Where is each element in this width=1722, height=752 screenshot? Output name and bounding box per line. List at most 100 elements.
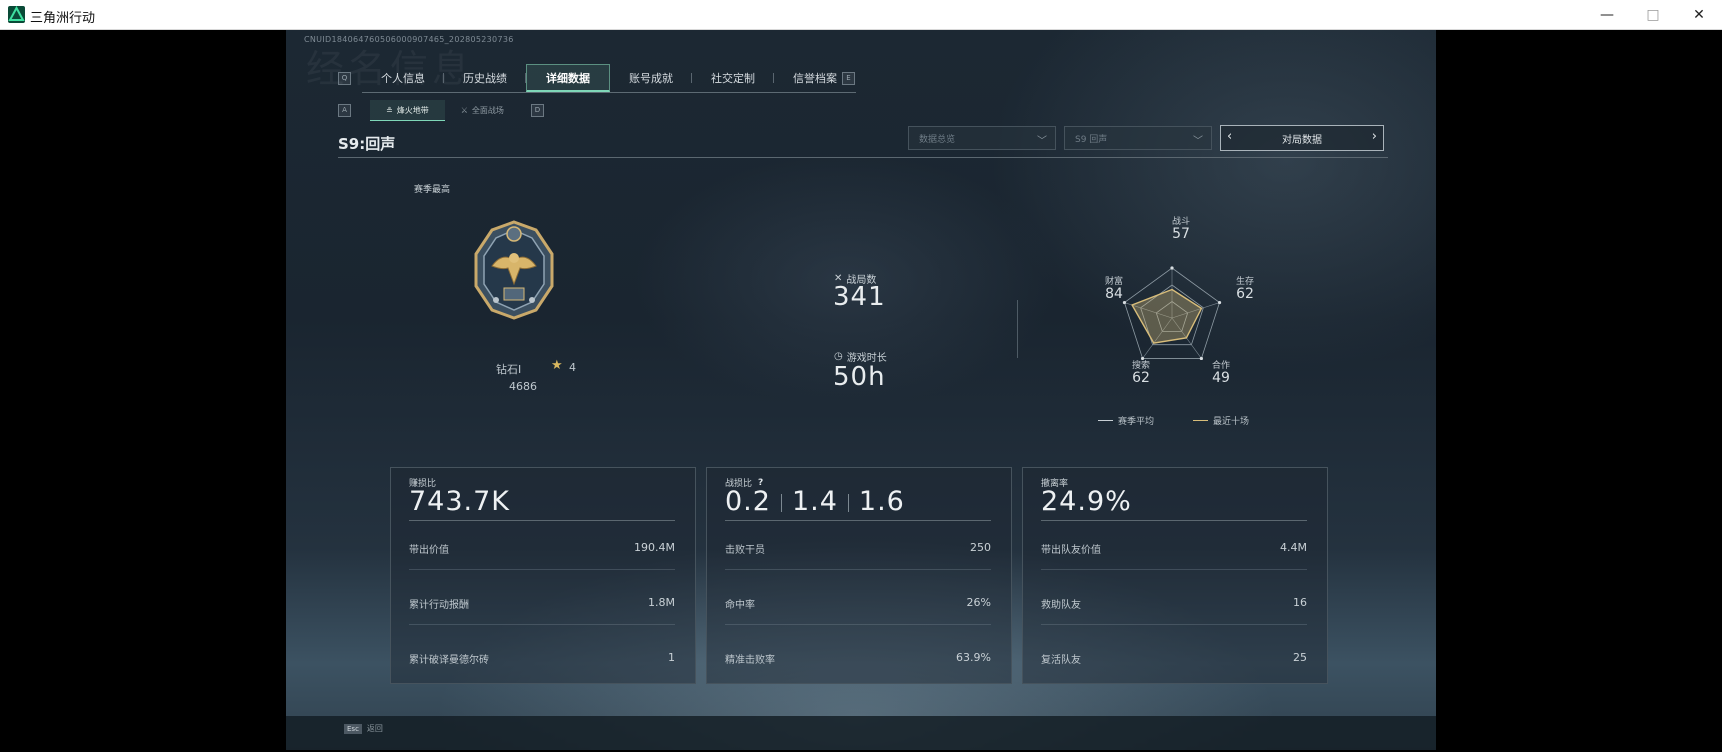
subtab-operations-zone-label: 烽火地带 [396,105,429,115]
rank-score: 4686 [509,380,537,393]
row-label: 命中率 [725,600,755,611]
match-data-label: 对局数据 [1282,134,1322,146]
operations-zone-icon: ≗ [386,105,393,115]
panel-divider [409,520,675,521]
row-label: 精准击败率 [725,655,775,666]
panel-row: 带出价值 190.4M [409,541,675,570]
kd-value-normal: 1.4 [791,486,838,517]
legend-line-recent-ten [1193,420,1208,421]
tab-history-record[interactable]: 历史战绩 [444,64,526,92]
panel-row: 复活队友 25 [1041,651,1307,669]
match-data-selector[interactable]: ‹ 对局数据 › [1220,125,1384,151]
radar-value-wealth: 84 [1105,286,1123,302]
row-divider [725,569,991,570]
data-scope-dropdown[interactable]: 数据总览 ﹀ [908,126,1056,150]
row-value: 63.9% [956,651,991,664]
minimize-button[interactable]: — [1584,0,1630,30]
panel-row: 命中率 26% [725,596,991,625]
back-button[interactable]: Esc 返回 [344,723,383,734]
legend-recent-ten: 最近十场 [1193,414,1249,427]
row-label: 带出队友价值 [1041,545,1101,556]
chevron-left-icon[interactable]: ‹ [1227,129,1232,144]
kd-value-hard: 1.6 [858,486,905,517]
legend-recent-ten-label: 最近十场 [1213,417,1250,427]
row-value: 190.4M [634,541,675,554]
season-dropdown[interactable]: S9 回声 ﹀ [1064,126,1212,150]
main-tab-bar: 个人信息 历史战绩 详细数据 账号成就 社交定制 信誉档案 [362,64,856,93]
star-icon: ★ [551,358,563,373]
data-scope-value: 数据总览 [919,134,956,145]
row-value: 1.8M [648,596,675,609]
subtab-next-key-hint[interactable]: D [531,104,544,117]
legend-line-season-average [1098,420,1113,421]
subtab-operations-zone[interactable]: ≗ 烽火地带 [370,100,445,121]
subtab-prev-key-hint[interactable]: A [338,104,351,117]
kd-value-overall: 0.2 [725,486,771,517]
rank-badge-icon [474,220,554,320]
panel-row: 救助队友 16 [1041,596,1307,625]
chevron-right-icon[interactable]: › [1372,129,1377,144]
row-label: 累计破译曼德尔砖 [409,655,489,666]
window-titlebar: 三角洲行动 — □ ✕ [0,0,1722,30]
tab-account-achievements[interactable]: 账号成就 [610,64,692,92]
legend-season-average-label: 赛季平均 [1118,417,1155,427]
row-label: 救助队友 [1041,600,1081,611]
rank-star-count: 4 [569,361,576,374]
header-divider [338,157,1388,158]
panel-divider [1041,520,1307,521]
tab-prev-key-hint[interactable]: Q [338,72,351,85]
panel-row: 累计破译曼德尔砖 1 [409,651,675,669]
row-value: 25 [1293,651,1307,664]
row-label: 复活队友 [1041,655,1081,666]
legend-season-average: 赛季平均 [1098,414,1154,427]
row-value: 26% [966,596,991,609]
tab-social-customization[interactable]: 社交定制 [692,64,774,92]
radar-vertex-dot [1199,356,1203,361]
kd-panel: 战损比 ? 0.2 1.4 1.6 击败干员 250 命中率 26% 精准击败率 6… [706,467,1012,684]
row-label: 击败干员 [725,545,765,556]
row-label: 带出价值 [409,545,449,556]
profit-ratio-value: 743.7K [409,486,511,517]
close-button[interactable]: ✕ [1676,0,1722,30]
maximize-button[interactable]: □ [1630,0,1676,30]
esc-key-hint: Esc [344,723,362,734]
chevron-down-icon: ﹀ [1037,136,1047,147]
player-uid: CNUID184064760506000907465_202805230736 [304,35,514,44]
tab-detailed-data[interactable]: 详细数据 [526,64,610,92]
row-divider [725,624,991,625]
row-divider [409,624,675,625]
profit-panel: 赚损比 743.7K 带出价值 190.4M 累计行动报酬 1.8M 累计破译曼… [390,467,696,684]
row-value: 250 [970,541,991,554]
tab-next-key-hint[interactable]: E [842,72,855,85]
rank-name: 钻石Ⅰ [496,363,522,376]
kd-separator [847,493,849,512]
bottom-bar: Esc 返回 [286,716,1436,750]
back-label: 返回 [366,724,383,733]
stats-divider [1017,300,1018,358]
chevron-down-icon: ﹀ [1193,136,1203,147]
warfare-icon: ⚔ [460,105,468,115]
radar-value-combat: 57 [1172,226,1190,242]
window-title: 三角洲行动 [30,11,96,26]
tab-personal-info[interactable]: 个人信息 [362,64,444,92]
subtab-warfare[interactable]: ⚔ 全面战场 [445,100,520,120]
radar-value-survival: 62 [1236,286,1254,302]
extract-rate-value: 24.9% [1041,486,1132,517]
game-viewport: 经名信息 CNUID184064760506000907465_20280523… [286,30,1436,750]
mode-subtab-bar: ≗ 烽火地带 ⚔ 全面战场 [370,100,520,121]
row-divider [1041,624,1307,625]
matches-value: 341 [833,282,886,312]
row-value: 1 [668,651,675,664]
row-label: 累计行动报酬 [409,600,469,611]
radar-value-cooperation: 49 [1212,370,1230,386]
radar-series-recent-ten [1131,288,1203,344]
radar-vertex-dot [1217,300,1222,305]
stopwatch-icon: ◷ [834,351,843,362]
radar-value-search: 62 [1132,370,1150,386]
row-value: 16 [1293,596,1307,609]
playtime-value: 50h [833,362,886,392]
kd-separator [780,493,782,512]
season-dropdown-value: S9 回声 [1075,134,1108,145]
panel-divider [725,520,991,521]
panel-row: 击败干员 250 [725,541,991,570]
